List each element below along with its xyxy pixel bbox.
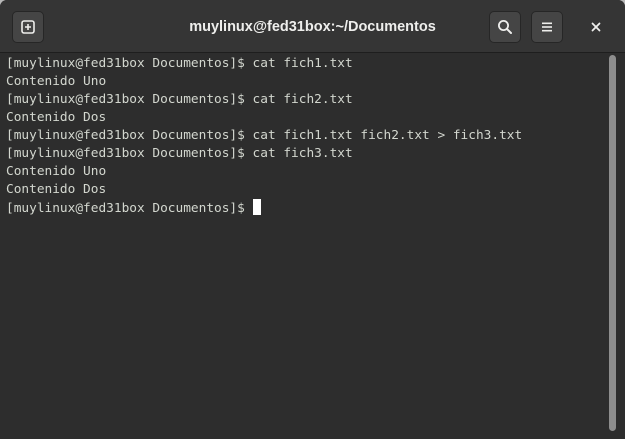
terminal-line: [muylinux@fed31box Documentos]$ cat fich…	[6, 56, 353, 71]
header-bar: muylinux@fed31box:~/Documentos	[0, 0, 625, 53]
hamburger-menu-icon	[542, 22, 552, 32]
new-tab-icon	[21, 20, 35, 34]
terminal-line: [muylinux@fed31box Documentos]$ cat fich…	[6, 146, 353, 161]
terminal-line: Contenido Dos	[6, 110, 107, 125]
menu-button[interactable]	[531, 11, 563, 43]
terminal-prompt: [muylinux@fed31box Documentos]$	[6, 201, 253, 216]
terminal-area[interactable]: [muylinux@fed31box Documentos]$ cat fich…	[0, 53, 625, 439]
terminal-cursor	[252, 199, 261, 215]
terminal-line: Contenido Uno	[6, 74, 107, 89]
search-button[interactable]	[489, 11, 521, 43]
close-button[interactable]	[580, 11, 612, 43]
terminal-line: Contenido Dos	[6, 182, 107, 197]
search-icon	[498, 20, 512, 34]
terminal-line: [muylinux@fed31box Documentos]$ cat fich…	[6, 92, 353, 107]
terminal-prompt-line[interactable]: [muylinux@fed31box Documentos]$	[6, 199, 522, 217]
terminal-window: muylinux@fed31box:~/Documentos [muylinux…	[0, 0, 625, 439]
terminal-output: [muylinux@fed31box Documentos]$ cat fich…	[6, 55, 522, 217]
vertical-scrollbar[interactable]	[609, 55, 616, 431]
new-tab-button[interactable]	[12, 11, 44, 43]
terminal-line: [muylinux@fed31box Documentos]$ cat fich…	[6, 128, 523, 143]
close-icon	[591, 22, 601, 32]
terminal-line: Contenido Uno	[6, 164, 107, 179]
